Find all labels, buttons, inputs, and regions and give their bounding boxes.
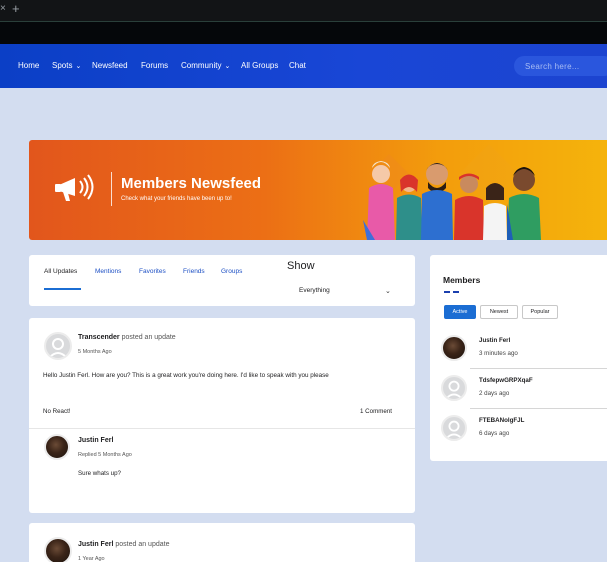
post-action: posted an update [115,541,170,548]
reply-time: Replied 5 Months Ago [78,452,132,458]
activity-post: Transcender posted an update 5 Months Ag… [29,318,415,513]
nav-item-home[interactable]: Home [18,61,39,70]
reply-text: Sure whats up? [78,470,121,477]
people-illustration [363,144,541,240]
newsfeed-banner: Members Newsfeed Check what your friends… [29,140,607,240]
member-last-active: 3 minutes ago [479,350,518,357]
chevron-down-icon: ⌄ [75,63,82,70]
member-name[interactable]: FTEBANolgFJL [479,417,524,424]
divider [29,428,415,429]
avatar[interactable] [441,415,467,441]
chevron-down-icon[interactable]: ⌄ [385,287,391,295]
post-author[interactable]: Transcender [78,334,120,341]
avatar[interactable] [44,434,70,460]
nav-item-spots[interactable]: Spots ⌄ [52,61,81,70]
activity-post: Justin Ferl posted an update 1 Year Ago [29,523,415,562]
divider [470,408,607,409]
browser-toolbar [0,22,607,44]
feed-filter-card: All Updates Mentions Favorites Friends G… [29,255,415,306]
avatar[interactable] [44,332,72,360]
filter-newest-button[interactable]: Newest [480,305,518,319]
close-tab-icon[interactable]: × [0,3,6,14]
post-author-line: Justin Ferl posted an update [78,541,169,548]
nav-item-newsfeed[interactable]: Newsfeed [92,61,128,70]
chevron-down-icon: ⌄ [224,63,231,70]
react-status[interactable]: No React! [43,408,71,415]
reply-author[interactable]: Justin Ferl [78,437,113,444]
show-select[interactable]: Everything [299,287,330,294]
post-author[interactable]: Justin Ferl [78,541,113,548]
banner-title: Members Newsfeed [121,175,262,192]
member-name[interactable]: Justin Ferl [479,337,510,344]
default-user-icon [445,420,463,439]
post-time: 1 Year Ago [78,556,105,562]
search-input[interactable] [514,56,607,77]
tab-groups[interactable]: Groups [221,268,242,275]
avatar[interactable] [441,335,467,361]
active-tab-indicator [44,288,81,290]
new-tab-icon[interactable]: + [12,1,20,16]
filter-popular-button[interactable]: Popular [522,305,558,319]
tab-friends[interactable]: Friends [183,268,205,275]
post-action: posted an update [121,334,176,341]
main-nav: Home Spots ⌄ Newsfeed Forums Community ⌄ A… [0,44,607,88]
member-name[interactable]: TdsfepwGRPXqaF [479,377,533,384]
nav-item-chat[interactable]: Chat [289,61,306,70]
banner-subtitle: Check what your friends have been up to! [121,196,232,202]
title-underline-gap [450,291,453,293]
avatar[interactable] [44,537,72,562]
default-user-icon [445,380,463,399]
avatar[interactable] [441,375,467,401]
browser-tab-bar: × + [0,0,607,22]
megaphone-icon [55,174,94,201]
comment-count[interactable]: 1 Comment [360,408,392,415]
tab-favorites[interactable]: Favorites [139,268,166,275]
search-box [514,56,607,77]
member-last-active: 2 days ago [479,390,510,397]
nav-item-all-groups[interactable]: All Groups [241,61,278,70]
tab-mentions[interactable]: Mentions [95,268,121,275]
default-user-icon [48,338,68,358]
show-label: Show [287,260,315,272]
nav-item-forums[interactable]: Forums [141,61,168,70]
members-widget: Members Active Newest Popular Justin Fer… [430,255,607,461]
divider [470,368,607,369]
banner-divider [111,172,112,206]
filter-active-button[interactable]: Active [444,305,476,319]
members-title: Members [443,275,481,285]
post-text: Hello Justin Ferl. How are you? This is … [43,372,329,379]
member-last-active: 6 days ago [479,430,510,437]
nav-item-community[interactable]: Community ⌄ [181,61,230,70]
post-author-line: Transcender posted an update [78,334,176,341]
tab-all-updates[interactable]: All Updates [44,268,77,275]
post-time: 5 Months Ago [78,349,112,355]
